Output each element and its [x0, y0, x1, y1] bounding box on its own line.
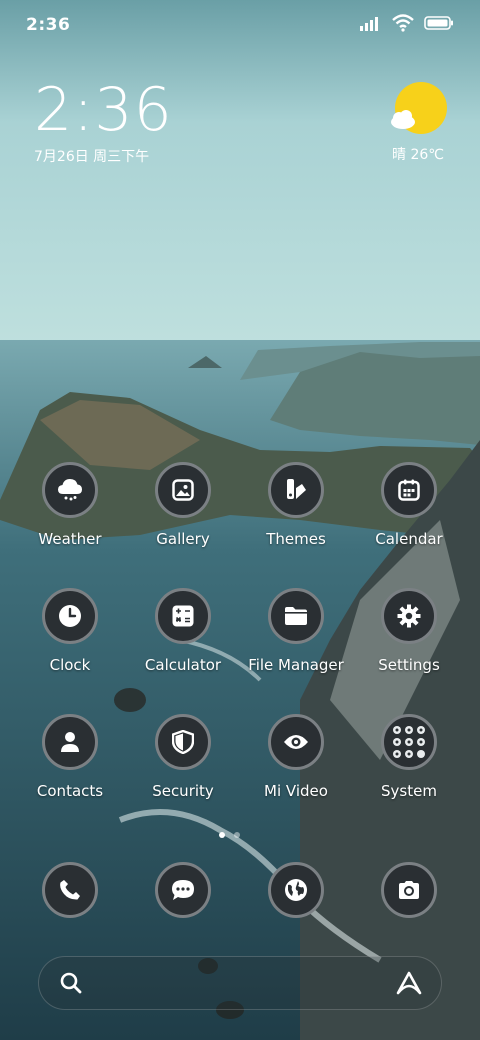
signal-icon: [360, 17, 378, 31]
app-contacts[interactable]: Contacts: [14, 714, 126, 800]
app-file-manager[interactable]: File Manager: [240, 588, 352, 674]
app-icon: [155, 588, 211, 644]
battery-icon: [424, 16, 453, 30]
clock-widget[interactable]: 2:36 7月26日 周三下午: [34, 78, 173, 166]
status-bar: 2:36: [0, 0, 480, 50]
app-calculator[interactable]: Calculator: [127, 588, 239, 674]
app-icon: [268, 462, 324, 518]
app-label: Gallery: [156, 530, 210, 548]
message-icon: [172, 880, 194, 900]
app-weather[interactable]: Weather: [14, 462, 126, 548]
app-icon: [155, 862, 211, 918]
dock-phone[interactable]: [14, 862, 126, 918]
wifi-icon: [392, 14, 414, 32]
themes-icon: [287, 479, 306, 499]
app-icon: [42, 862, 98, 918]
weather-cloud-icon: [58, 479, 82, 501]
widget-time: 2:36: [34, 75, 173, 145]
camera-icon: [399, 881, 419, 899]
browser-globe-icon: [285, 879, 307, 901]
clock-icon: [59, 605, 81, 627]
calendar-icon: [398, 479, 420, 501]
dock-camera[interactable]: [353, 862, 465, 918]
app-label: Themes: [266, 530, 326, 548]
app-system-folder[interactable]: System: [353, 714, 465, 800]
dock-browser[interactable]: [240, 862, 352, 918]
app-icon: [381, 588, 437, 644]
app-settings[interactable]: Settings: [353, 588, 465, 674]
eye-icon: [284, 735, 308, 749]
app-themes[interactable]: Themes: [240, 462, 352, 548]
app-icon: [155, 714, 211, 770]
app-mi-video[interactable]: Mi Video: [240, 714, 352, 800]
app-label: Contacts: [36, 782, 104, 800]
weather-temp: 晴 26℃: [392, 147, 444, 163]
app-icon: [381, 714, 437, 770]
search-bar[interactable]: [38, 956, 442, 1010]
page-dot-active: [219, 832, 225, 838]
dock-messages[interactable]: [127, 862, 239, 918]
app-calendar[interactable]: Calendar: [353, 462, 465, 548]
app-label: Clock: [49, 656, 91, 674]
widget-date: 7月26日 周三下午: [34, 149, 150, 165]
folder-grid-icon: [393, 726, 425, 758]
shield-icon: [172, 730, 194, 754]
status-time: 2:36: [26, 15, 71, 35]
app-icon: [268, 588, 324, 644]
weather-widget[interactable]: 晴 26℃: [382, 82, 454, 164]
assistant-icon[interactable]: [395, 970, 423, 996]
app-label: System: [381, 782, 437, 800]
search-icon[interactable]: [59, 971, 83, 995]
person-icon: [61, 732, 79, 752]
app-icon: [155, 462, 211, 518]
app-label: Settings: [378, 656, 440, 674]
app-label: Security: [152, 782, 214, 800]
app-icon: [381, 462, 437, 518]
app-icon: [268, 862, 324, 918]
calculator-icon: [172, 605, 194, 627]
page-dot: [234, 832, 240, 838]
app-icon: [42, 462, 98, 518]
app-icon: [42, 714, 98, 770]
phone-icon: [60, 880, 80, 900]
gear-icon: [397, 604, 421, 628]
app-icon: [381, 862, 437, 918]
app-icon: [42, 588, 98, 644]
app-security[interactable]: Security: [127, 714, 239, 800]
folder-icon: [285, 607, 307, 625]
sun-cloud-icon: [391, 82, 447, 134]
app-icon: [268, 714, 324, 770]
app-label: Calendar: [375, 530, 443, 548]
app-label: File Manager: [248, 656, 344, 674]
app-clock[interactable]: Clock: [14, 588, 126, 674]
app-gallery[interactable]: Gallery: [127, 462, 239, 548]
page-indicator: [219, 832, 240, 838]
app-label: Calculator: [144, 656, 222, 674]
gallery-icon: [172, 479, 194, 501]
app-label: Weather: [38, 530, 102, 548]
app-label: Mi Video: [264, 782, 328, 800]
